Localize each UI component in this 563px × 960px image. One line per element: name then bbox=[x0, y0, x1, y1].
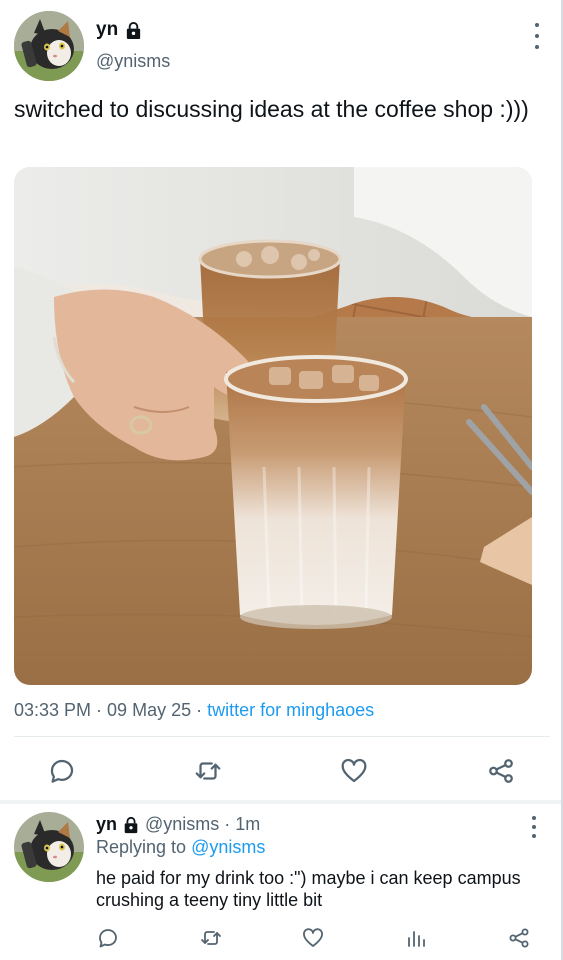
lock-icon bbox=[124, 21, 143, 40]
retweet-icon[interactable] bbox=[199, 926, 223, 950]
heart-icon[interactable] bbox=[301, 926, 325, 950]
replying-to-handle[interactable]: @ynisms bbox=[191, 837, 265, 857]
tweet-meta: 03:33 PM · 09 May 25 · twitter for mingh… bbox=[14, 700, 374, 721]
replying-to: Replying to @ynisms bbox=[96, 837, 265, 858]
replying-prefix: Replying to bbox=[96, 837, 187, 857]
reply-author-name[interactable]: yn bbox=[96, 814, 117, 835]
meta-separator: · bbox=[91, 700, 108, 720]
more-vertical-icon[interactable] bbox=[529, 816, 539, 838]
lock-icon bbox=[122, 816, 140, 834]
reply-handle[interactable]: @ynisms bbox=[145, 814, 219, 835]
divider bbox=[14, 736, 550, 737]
reply-avatar[interactable] bbox=[14, 812, 84, 882]
reply-text: he paid for my drink too :") maybe i can… bbox=[96, 868, 521, 910]
avatar[interactable] bbox=[14, 11, 84, 81]
more-vertical-icon[interactable] bbox=[532, 23, 542, 49]
tweet-time: 03:33 PM bbox=[14, 700, 92, 720]
share-icon[interactable] bbox=[486, 756, 516, 786]
tweet-header: yn @ynisms bbox=[14, 11, 554, 83]
views-icon[interactable] bbox=[404, 926, 428, 950]
tweet-actions bbox=[0, 750, 563, 790]
cat-avatar-image bbox=[14, 11, 84, 81]
reply-age: 1m bbox=[235, 814, 261, 834]
author-name[interactable]: yn bbox=[96, 19, 118, 41]
section-divider bbox=[0, 800, 561, 804]
tweet-date: 09 May 25 bbox=[107, 700, 192, 720]
tweet-media[interactable] bbox=[14, 167, 532, 685]
meta-separator: · bbox=[191, 700, 208, 720]
heart-icon[interactable] bbox=[339, 756, 369, 786]
tweet-text: switched to discussing ideas at the coff… bbox=[14, 96, 529, 122]
reply-separator: · bbox=[224, 814, 231, 834]
reply-header: yn @ynisms · 1m bbox=[96, 814, 260, 835]
reply-actions bbox=[0, 922, 563, 952]
reply-icon[interactable] bbox=[47, 756, 77, 786]
retweet-icon[interactable] bbox=[193, 756, 223, 786]
author-handle[interactable]: @ynisms bbox=[96, 51, 170, 72]
tweet-source[interactable]: twitter for minghaoes bbox=[207, 700, 374, 720]
cat-avatar-image bbox=[14, 812, 84, 882]
reply-icon[interactable] bbox=[96, 926, 120, 950]
author-row: yn bbox=[96, 19, 143, 41]
share-icon[interactable] bbox=[507, 926, 531, 950]
iced-latte-photo bbox=[14, 167, 532, 685]
